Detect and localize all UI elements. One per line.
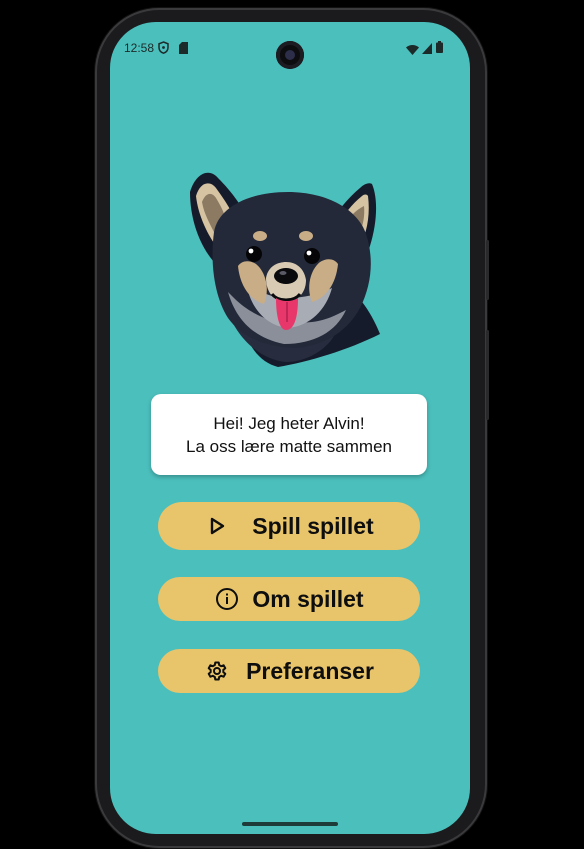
- app-screen: 12:58 Hei! Jeg heter Alvin! La oss lære …: [110, 22, 470, 834]
- dog-mascot-icon: [188, 162, 388, 372]
- status-time: 12:58: [124, 41, 155, 55]
- speech-bubble: Hei! Jeg heter Alvin! La oss lære matte …: [151, 394, 427, 475]
- about-game-button[interactable]: Om spillet: [158, 577, 420, 621]
- home-indicator[interactable]: [242, 822, 338, 826]
- preferences-button[interactable]: Preferanser: [158, 649, 420, 693]
- info-icon: [214, 586, 240, 612]
- volume-button: [486, 330, 489, 420]
- signal-icon: [422, 41, 432, 59]
- gear-icon: [204, 658, 230, 684]
- sd-card-icon: [179, 41, 188, 59]
- preferences-label: Preferanser: [246, 657, 374, 684]
- play-icon: [204, 513, 230, 539]
- power-button: [486, 240, 489, 300]
- speech-line-1: Hei! Jeg heter Alvin!: [213, 413, 365, 433]
- play-game-label: Spill spillet: [252, 512, 374, 539]
- battery-icon: [436, 40, 443, 58]
- wifi-icon: [406, 42, 419, 60]
- about-game-label: Om spillet: [252, 585, 364, 612]
- speech-line-2: La oss lære matte sammen: [186, 436, 392, 456]
- front-camera: [276, 41, 304, 69]
- play-game-button[interactable]: Spill spillet: [158, 502, 420, 550]
- shield-icon: [158, 41, 169, 59]
